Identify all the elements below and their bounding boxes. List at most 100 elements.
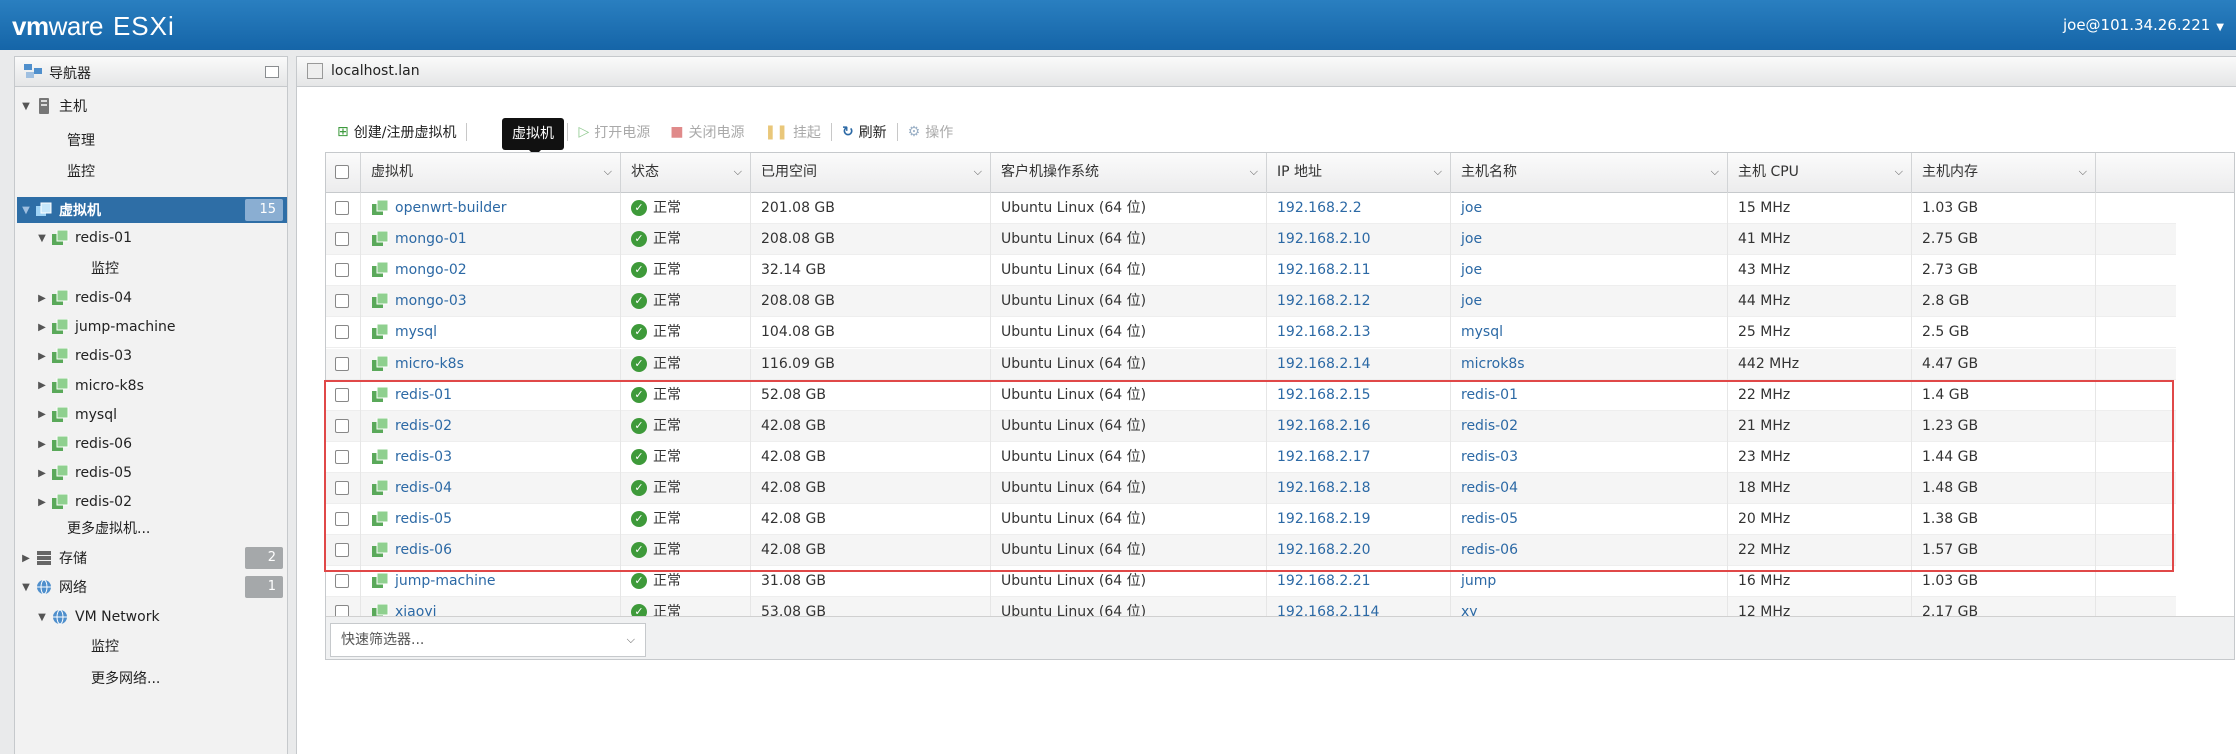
cell-ip[interactable]: 192.168.2.10: [1267, 224, 1451, 256]
nav-vm-item[interactable]: ▶ redis-03: [35, 343, 132, 369]
column-header-host[interactable]: 主机名称 ⌵: [1451, 153, 1728, 193]
chevron-down-icon[interactable]: ⌵: [1895, 153, 1903, 191]
cell-ip[interactable]: 192.168.2.16: [1267, 410, 1451, 442]
cell-host[interactable]: redis-06: [1451, 535, 1728, 567]
cell-name[interactable]: redis-03: [361, 441, 621, 473]
nav-vm-item[interactable]: ▶ micro-k8s: [35, 373, 144, 399]
cell-host[interactable]: joe: [1451, 224, 1728, 256]
cell-name[interactable]: jump-machine: [361, 566, 621, 598]
cell-host[interactable]: mysql: [1451, 317, 1728, 349]
user-menu[interactable]: joe@101.34.26.221 ▼: [2063, 16, 2224, 34]
table-row[interactable]: jump-machine ✓ 正常 31.08 GB Ubuntu Linux (64 …: [326, 566, 2176, 598]
expand-down-icon[interactable]: ▼: [35, 233, 49, 244]
nav-host-monitor[interactable]: 监控: [67, 158, 95, 184]
cell-ip[interactable]: 192.168.2.12: [1267, 286, 1451, 318]
expand-right-icon[interactable]: ▶: [35, 380, 49, 391]
quick-filter-select[interactable]: 快速筛选器... ⌵: [330, 623, 646, 657]
row-checkbox[interactable]: [335, 418, 349, 433]
select-all-checkbox[interactable]: [335, 165, 349, 179]
cell-ip[interactable]: 192.168.2.11: [1267, 255, 1451, 287]
table-row[interactable]: redis-04 ✓ 正常 42.08 GB Ubuntu Linux (64 位) 19…: [326, 472, 2176, 504]
expand-down-icon[interactable]: ▼: [35, 612, 49, 623]
cell-ip[interactable]: 192.168.2.21: [1267, 566, 1451, 598]
chevron-down-icon[interactable]: ⌵: [604, 153, 612, 191]
table-row[interactable]: redis-06 ✓ 正常 42.08 GB Ubuntu Linux (64 位) 19…: [326, 535, 2176, 567]
chevron-down-icon[interactable]: ⌵: [734, 153, 742, 191]
expand-right-icon[interactable]: ▶: [19, 553, 33, 564]
row-checkbox[interactable]: [335, 512, 349, 526]
power-off-button[interactable]: ■ 关闭电源: [660, 119, 754, 145]
cell-name[interactable]: mysql: [361, 317, 621, 349]
cell-name[interactable]: redis-02: [361, 410, 621, 442]
suspend-button[interactable]: ❚❚ 挂起: [754, 119, 830, 145]
actions-button[interactable]: ⚙ 操作: [898, 119, 964, 145]
nav-host[interactable]: ▼ 主机: [19, 93, 87, 119]
nav-vm-item[interactable]: ▶ redis-05: [35, 460, 132, 486]
nav-vms[interactable]: ▼ 虚拟机: [19, 197, 101, 223]
cell-host[interactable]: joe: [1451, 255, 1728, 287]
expand-right-icon[interactable]: ▶: [35, 351, 49, 362]
nav-vm-redis-01[interactable]: ▼ redis-01: [35, 225, 132, 251]
cell-name[interactable]: mongo-01: [361, 224, 621, 256]
nav-host-manage[interactable]: 管理: [67, 127, 95, 153]
cell-name[interactable]: micro-k8s: [361, 348, 621, 380]
column-header-ip[interactable]: IP 地址 ⌵: [1267, 153, 1451, 193]
nav-more-networks[interactable]: 更多网络...: [91, 665, 160, 691]
column-header-mem[interactable]: 主机内存 ⌵: [1912, 153, 2096, 193]
cell-name[interactable]: redis-04: [361, 472, 621, 504]
cell-name[interactable]: redis-06: [361, 535, 621, 567]
expand-right-icon[interactable]: ▶: [35, 439, 49, 450]
cell-ip[interactable]: 192.168.2.13: [1267, 317, 1451, 349]
table-row[interactable]: openwrt-builder ✓ 正常 201.08 GB Ubuntu Linux …: [326, 193, 2176, 224]
nav-network[interactable]: ▼ 网络: [19, 574, 87, 600]
expand-down-icon[interactable]: ▼: [19, 101, 33, 112]
cell-host[interactable]: redis-05: [1451, 504, 1728, 535]
column-header-cpu[interactable]: 主机 CPU ⌵: [1728, 153, 1912, 193]
row-checkbox[interactable]: [335, 543, 349, 558]
cell-ip[interactable]: 192.168.2.18: [1267, 472, 1451, 504]
cell-ip[interactable]: 192.168.2.2: [1267, 193, 1451, 224]
cell-ip[interactable]: 192.168.2.14: [1267, 348, 1451, 380]
cell-host[interactable]: redis-03: [1451, 441, 1728, 473]
nav-vm-item[interactable]: ▶ mysql: [35, 402, 117, 428]
column-header-status[interactable]: 状态 ⌵: [621, 153, 751, 193]
nav-storage[interactable]: ▶ 存储: [19, 545, 87, 571]
column-header-space[interactable]: 已用空间 ⌵: [751, 153, 991, 193]
table-row[interactable]: redis-01 ✓ 正常 52.08 GB Ubuntu Linux (64 位) 19…: [326, 379, 2176, 411]
table-row[interactable]: mongo-01 ✓ 正常 208.08 GB Ubuntu Linux (64 位) 1…: [326, 224, 2176, 256]
chevron-down-icon[interactable]: ⌵: [974, 153, 982, 191]
cell-ip[interactable]: 192.168.2.19: [1267, 504, 1451, 535]
nav-more-vms[interactable]: 更多虚拟机...: [67, 515, 150, 541]
cell-name[interactable]: redis-05: [361, 504, 621, 535]
chevron-down-icon[interactable]: ⌵: [1434, 153, 1442, 191]
cell-name[interactable]: mongo-03: [361, 286, 621, 318]
cell-name[interactable]: openwrt-builder: [361, 193, 621, 224]
nav-vm-item[interactable]: ▶ redis-02: [35, 489, 132, 515]
chevron-down-icon[interactable]: ⌵: [1711, 153, 1719, 191]
cell-host[interactable]: joe: [1451, 286, 1728, 318]
cell-host[interactable]: redis-02: [1451, 410, 1728, 442]
expand-right-icon[interactable]: ▶: [35, 497, 49, 508]
chevron-down-icon[interactable]: ⌵: [2079, 153, 2087, 191]
row-checkbox[interactable]: [335, 387, 349, 402]
cell-host[interactable]: redis-01: [1451, 379, 1728, 411]
nav-vm-network-monitor[interactable]: 监控: [91, 633, 119, 659]
expand-right-icon[interactable]: ▶: [35, 468, 49, 479]
row-checkbox[interactable]: [335, 263, 349, 278]
nav-vms-selected[interactable]: ▼ 虚拟机 15: [17, 197, 287, 223]
expand-right-icon[interactable]: ▶: [35, 409, 49, 420]
cell-ip[interactable]: 192.168.2.15: [1267, 379, 1451, 411]
cell-name[interactable]: redis-01: [361, 379, 621, 411]
nav-vm-item[interactable]: ▶ redis-04: [35, 285, 132, 311]
table-row[interactable]: mysql ✓ 正常 104.08 GB Ubuntu Linux (64 位) 192.…: [326, 317, 2176, 349]
cell-name[interactable]: mongo-02: [361, 255, 621, 287]
row-checkbox[interactable]: [335, 232, 349, 247]
refresh-button[interactable]: ↻ 刷新: [832, 119, 897, 145]
cell-ip[interactable]: 192.168.2.17: [1267, 441, 1451, 473]
collapse-panel-icon[interactable]: [265, 66, 279, 78]
table-row[interactable]: redis-03 ✓ 正常 42.08 GB Ubuntu Linux (64 位) 19…: [326, 441, 2176, 473]
cell-host[interactable]: jump: [1451, 566, 1728, 598]
row-checkbox[interactable]: [335, 480, 349, 495]
row-checkbox[interactable]: [335, 356, 349, 371]
cell-host[interactable]: microk8s: [1451, 348, 1728, 380]
